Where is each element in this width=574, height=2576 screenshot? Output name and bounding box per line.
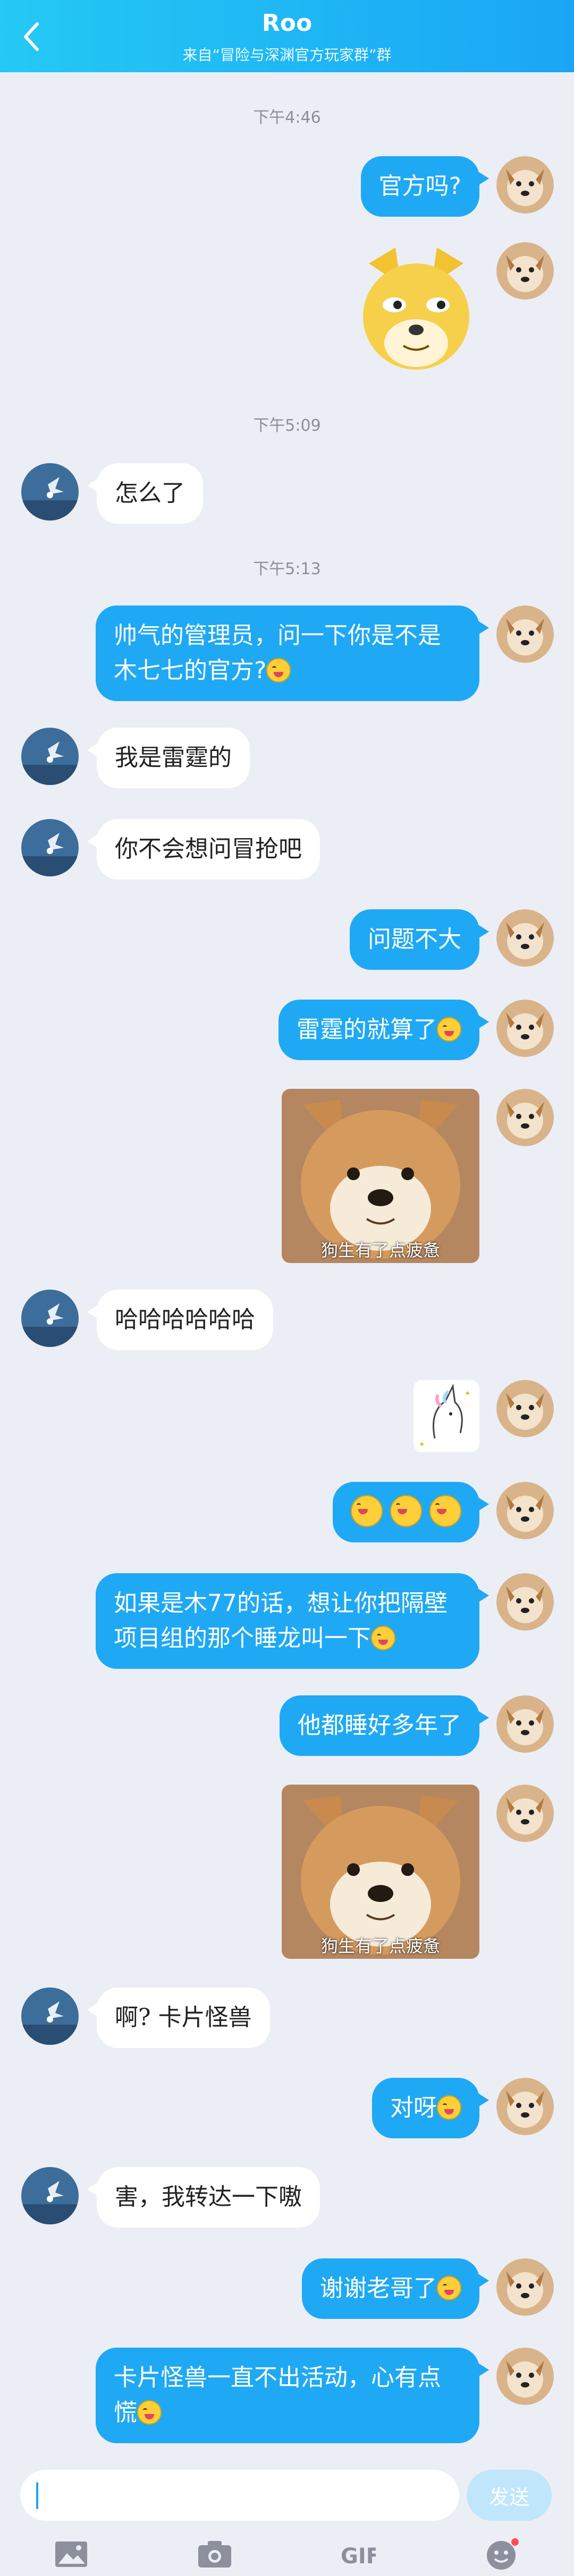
avatar[interactable]	[496, 1000, 554, 1057]
avatar[interactable]	[496, 1482, 554, 1539]
avatar[interactable]	[496, 2348, 554, 2405]
emoji-icon	[390, 1495, 422, 1527]
emoji-icon	[371, 1626, 395, 1650]
chat-header: Roo 来自“冒险与深渊官方玩家群”群	[0, 0, 574, 72]
avatar[interactable]	[496, 1380, 554, 1437]
avatar[interactable]	[21, 463, 79, 521]
chat-title: Roo	[261, 10, 313, 37]
send-button[interactable]: 发送	[467, 2470, 552, 2521]
avatar[interactable]	[21, 1988, 79, 2045]
emoji-icon	[351, 1495, 383, 1527]
image-caption: 狗生有了点疲惫	[320, 1936, 440, 1956]
svg-text:GIF: GIF	[341, 2544, 376, 2568]
emoji-icon	[266, 658, 291, 683]
emoji-icon	[429, 1495, 461, 1527]
message-bubble[interactable]: 如果是木77的话，想让你把隔壁项目组的那个睡龙叫一下	[96, 1573, 489, 1669]
avatar[interactable]	[496, 156, 554, 214]
message-bubble[interactable]: 官方吗?	[360, 156, 489, 217]
message-bubble[interactable]: 我是雷霆的	[87, 728, 250, 788]
svg-text:✦: ✦	[465, 1389, 471, 1398]
svg-text:✦: ✦	[419, 1440, 425, 1449]
avatar[interactable]	[496, 1089, 554, 1146]
image-icon	[55, 2541, 87, 2567]
gif-button[interactable]: GIF	[336, 2537, 378, 2572]
message-bubble[interactable]: 害，我转达一下嗷	[87, 2167, 320, 2228]
emoji-button[interactable]	[482, 2537, 524, 2572]
camera-button[interactable]	[193, 2537, 236, 2572]
message-bubble[interactable]: 你不会想问冒抢吧	[87, 819, 320, 880]
image-caption: 狗生有了点疲惫	[320, 1240, 440, 1260]
avatar[interactable]	[21, 1290, 79, 1347]
timestamp: 下午5:09	[253, 416, 321, 435]
meme-image[interactable]: 狗生有了点疲惫	[282, 1089, 479, 1263]
timestamp: 下午5:13	[253, 560, 321, 578]
avatar[interactable]	[496, 242, 554, 300]
message-bubble[interactable]: 哈哈哈哈哈哈	[87, 1290, 273, 1350]
avatar[interactable]	[496, 2258, 554, 2316]
message-bubble[interactable]: 怎么了	[87, 463, 203, 524]
avatar[interactable]	[496, 605, 554, 663]
avatar[interactable]	[21, 819, 79, 876]
meme-image[interactable]: 狗生有了点疲惫	[282, 1785, 479, 1959]
emoji-icon	[437, 2276, 461, 2300]
avatar[interactable]	[21, 2167, 79, 2224]
gif-icon: GIF	[341, 2544, 376, 2568]
avatar[interactable]	[496, 1573, 554, 1631]
sticker-image[interactable]	[353, 242, 479, 379]
message-bubble[interactable]: 卡片怪兽一直不出活动，心有点慌	[96, 2348, 489, 2443]
chat-subtitle: 来自“冒险与深渊官方玩家群”群	[182, 46, 392, 64]
sticker-image[interactable]: ✦ ✦	[413, 1380, 479, 1452]
avatar[interactable]	[496, 909, 554, 967]
avatar[interactable]	[496, 2078, 554, 2135]
emoji-icon	[437, 2095, 461, 2120]
message-bubble[interactable]: 啊? 卡片怪兽	[87, 1988, 270, 2048]
message-bubble[interactable]: 问题不大	[350, 909, 489, 970]
message-bubble[interactable]: 他都睡好多年了	[280, 1695, 489, 1756]
avatar[interactable]	[496, 1695, 554, 1753]
emoji-icon	[437, 1017, 461, 1042]
timestamp: 下午4:46	[253, 108, 321, 127]
emoji-icon	[137, 2400, 162, 2425]
emoji-icon	[487, 2538, 519, 2570]
message-bubble[interactable]: 谢谢老哥了	[302, 2258, 489, 2319]
message-bubble[interactable]: 对呀	[372, 2078, 489, 2138]
message-bubble[interactable]: 雷霆的就算了	[278, 1000, 489, 1060]
message-input[interactable]	[20, 2470, 459, 2521]
image-button[interactable]	[50, 2537, 92, 2572]
message-bubble[interactable]	[333, 1482, 489, 1542]
avatar[interactable]	[496, 1785, 554, 1842]
input-bar: 发送 GIF	[0, 2458, 574, 2576]
message-bubble[interactable]: 帅气的管理员，问一下你是不是木七七的官方?	[96, 605, 489, 701]
text-caret	[36, 2483, 38, 2509]
avatar[interactable]	[21, 728, 79, 785]
camera-icon	[198, 2541, 231, 2568]
